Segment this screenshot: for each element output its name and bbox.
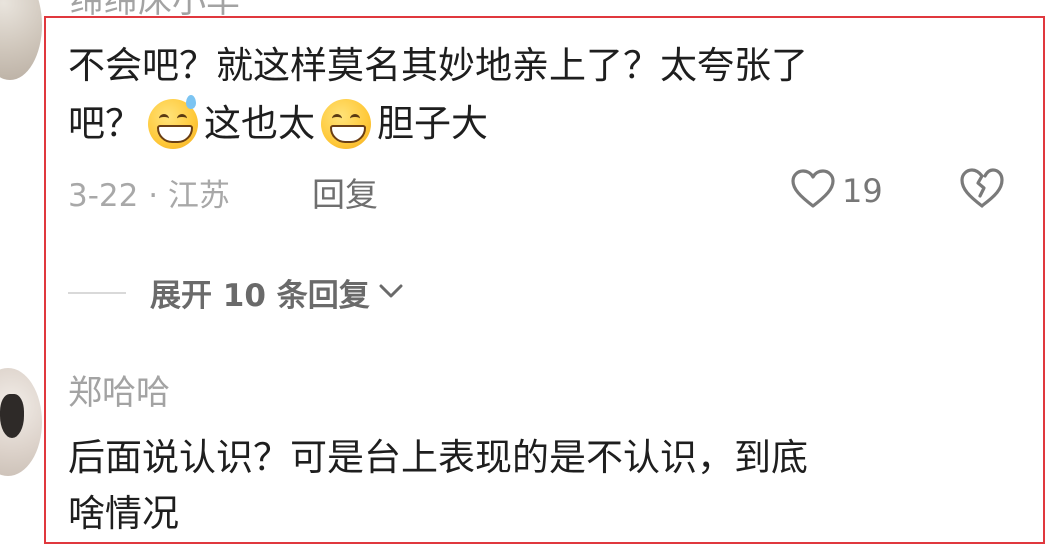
- comment-text-fragment: 吧？: [68, 102, 142, 145]
- dislike-button[interactable]: [958, 166, 1006, 214]
- divider: [68, 291, 126, 294]
- grinning-emoji-icon: [321, 99, 371, 149]
- avatar[interactable]: [0, 0, 42, 80]
- comment-text-line: 吧？ 这也太 胆子大: [68, 95, 488, 150]
- comment-username[interactable]: 郑哈哈: [68, 376, 170, 410]
- like-count: 19: [842, 172, 883, 210]
- comment-text-line: 啥情况: [68, 492, 179, 535]
- reply-button[interactable]: 回复: [312, 168, 378, 216]
- comment-text-line: 不会吧？就这样莫名其妙地亲上了？太夸张了: [68, 44, 808, 87]
- expand-replies-label[interactable]: 展开 10 条回复: [150, 270, 370, 315]
- comment-text-fragment: 胆子大: [377, 102, 488, 145]
- like-button[interactable]: 19: [790, 168, 883, 214]
- comment-text-line: 后面说认识？可是台上表现的是不认识，到底: [68, 436, 808, 479]
- comment-date-location: 3-22 · 江苏: [68, 178, 230, 214]
- avatar[interactable]: [0, 368, 42, 476]
- heart-outline-icon[interactable]: [790, 168, 836, 214]
- grinning-sweat-emoji-icon: [148, 95, 198, 149]
- expand-replies-button[interactable]: 展开 10 条回复: [68, 270, 404, 315]
- comment-username[interactable]: 缔缔床小羊: [70, 0, 240, 18]
- broken-heart-icon[interactable]: [958, 168, 1006, 214]
- comment-text-fragment: 这也太: [204, 102, 315, 145]
- chevron-down-icon[interactable]: [378, 282, 404, 304]
